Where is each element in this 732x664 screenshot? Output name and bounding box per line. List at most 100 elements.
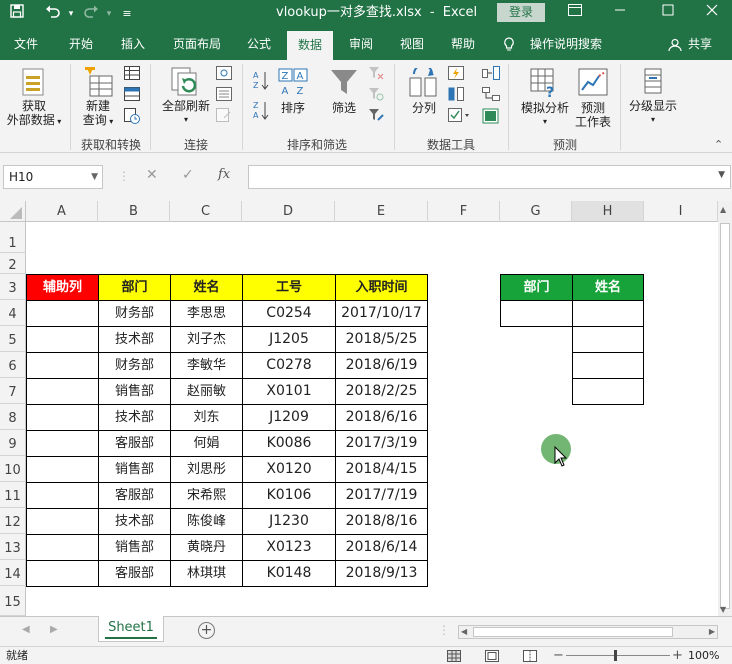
new-query-button[interactable]: 新建 查询 ▾ — [76, 99, 120, 129]
employee-id-cell[interactable]: K0148 — [242, 560, 336, 587]
employee-id-cell[interactable]: C0278 — [242, 352, 336, 379]
name-cell[interactable]: 刘思彤 — [170, 456, 243, 483]
insert-function-icon[interactable]: fx — [218, 167, 230, 182]
lookup-result-cell[interactable] — [572, 326, 644, 353]
table-header-cell[interactable]: 辅助列 — [26, 274, 99, 301]
lookup-result-cell[interactable] — [572, 300, 644, 327]
employee-id-cell[interactable]: J1209 — [242, 404, 336, 431]
lookup-header-cell[interactable]: 姓名 — [572, 274, 644, 301]
name-cell[interactable]: 宋希熙 — [170, 482, 243, 509]
name-cell[interactable]: 李敏华 — [170, 352, 243, 379]
flash-fill-icon[interactable] — [448, 66, 464, 83]
close-icon[interactable] — [692, 0, 732, 26]
new-query-icon[interactable] — [84, 66, 116, 103]
tab-formulas[interactable]: 公式 — [238, 30, 280, 60]
column-header[interactable]: G — [500, 201, 572, 222]
name-cell[interactable]: 林琪琪 — [170, 560, 243, 587]
hire-date-cell[interactable]: 2018/6/16 — [335, 404, 428, 431]
name-cell[interactable]: 陈俊峰 — [170, 508, 243, 535]
share-user-icon[interactable] — [666, 30, 684, 60]
hire-date-cell[interactable]: 2018/4/15 — [335, 456, 428, 483]
hire-date-cell[interactable]: 2018/2/25 — [335, 378, 428, 405]
column-header[interactable]: H — [572, 201, 644, 222]
hire-date-cell[interactable]: 2017/10/17 — [335, 300, 428, 327]
worksheet[interactable]: A B C D E F G H I 1 2 3 4 5 6 7 8 9 10 1… — [0, 201, 732, 616]
helper-cell[interactable] — [26, 352, 99, 379]
department-cell[interactable]: 销售部 — [98, 378, 171, 405]
column-header[interactable]: D — [242, 201, 335, 222]
get-external-data-icon[interactable] — [20, 68, 48, 101]
customize-toolbar-icon[interactable]: ≡ — [116, 4, 138, 24]
hire-date-cell[interactable]: 2018/6/19 — [335, 352, 428, 379]
lookup-result-cell[interactable] — [572, 378, 644, 405]
name-cell[interactable]: 刘子杰 — [170, 326, 243, 353]
hire-date-cell[interactable]: 2018/9/13 — [335, 560, 428, 587]
maximize-icon[interactable] — [648, 0, 688, 26]
table-header-cell[interactable]: 入职时间 — [335, 274, 428, 301]
department-cell[interactable]: 销售部 — [98, 456, 171, 483]
tab-home[interactable]: 开始 — [58, 30, 104, 60]
undo-dropdown-icon[interactable]: ▾ — [60, 4, 82, 24]
tab-review[interactable]: 审阅 — [340, 30, 382, 60]
helper-cell[interactable] — [26, 300, 99, 327]
scroll-down-icon[interactable]: ▼ — [720, 605, 726, 614]
name-cell[interactable]: 李思思 — [170, 300, 243, 327]
hire-date-cell[interactable]: 2018/8/16 — [335, 508, 428, 535]
row-header[interactable]: 3 — [0, 274, 26, 300]
normal-view-icon[interactable] — [447, 650, 461, 664]
department-cell[interactable]: 客服部 — [98, 560, 171, 587]
zoom-slider[interactable] — [566, 650, 670, 661]
refresh-all-icon[interactable] — [170, 66, 202, 101]
minimize-icon[interactable] — [600, 0, 640, 26]
row-header[interactable]: 10 — [0, 456, 26, 482]
helper-cell[interactable] — [26, 456, 99, 483]
employee-id-cell[interactable]: J1230 — [242, 508, 336, 535]
row-header[interactable]: 7 — [0, 378, 26, 404]
name-cell[interactable]: 赵丽敏 — [170, 378, 243, 405]
row-header[interactable]: 13 — [0, 534, 26, 560]
column-header[interactable]: C — [170, 201, 242, 222]
forecast-sheet-button[interactable]: 预测 工作表 — [570, 101, 616, 129]
sort-ascending-icon[interactable]: AZ — [253, 70, 269, 95]
employee-id-cell[interactable]: X0123 — [242, 534, 336, 561]
helper-cell[interactable] — [26, 560, 99, 587]
department-cell[interactable]: 财务部 — [98, 300, 171, 327]
expand-formula-icon[interactable]: ▼ — [718, 170, 725, 180]
lookup-input-cell[interactable] — [500, 300, 573, 327]
show-queries-icon[interactable] — [124, 66, 140, 83]
row-header[interactable]: 14 — [0, 560, 26, 586]
scroll-left-icon[interactable]: ◀ — [461, 626, 467, 638]
column-header[interactable]: A — [26, 201, 98, 222]
lookup-result-cell[interactable] — [572, 352, 644, 379]
zoom-in-icon[interactable]: + — [672, 647, 683, 664]
share-button[interactable]: 共享 — [684, 30, 716, 60]
employee-id-cell[interactable]: K0106 — [242, 482, 336, 509]
helper-cell[interactable] — [26, 508, 99, 535]
hire-date-cell[interactable]: 2018/6/14 — [335, 534, 428, 561]
from-table-icon[interactable] — [124, 87, 140, 104]
tab-split-handle[interactable]: ⋮ — [438, 623, 450, 637]
text-to-columns-button[interactable]: 分列 — [404, 101, 444, 115]
tab-insert[interactable]: 插入 — [112, 30, 154, 60]
tab-help[interactable]: 帮助 — [442, 30, 484, 60]
get-external-data-button[interactable]: 获取 外部数据 ▾ — [2, 99, 66, 129]
employee-id-cell[interactable]: K0086 — [242, 430, 336, 457]
page-break-view-icon[interactable] — [523, 650, 537, 664]
department-cell[interactable]: 客服部 — [98, 482, 171, 509]
name-cell[interactable]: 黄晓丹 — [170, 534, 243, 561]
manage-data-model-icon[interactable] — [482, 108, 500, 127]
department-cell[interactable]: 客服部 — [98, 430, 171, 457]
what-if-analysis-icon[interactable]: ? — [530, 68, 560, 101]
name-box-dropdown-icon[interactable]: ▼ — [91, 166, 98, 188]
hire-date-cell[interactable]: 2017/3/19 — [335, 430, 428, 457]
scroll-sheets-right-icon[interactable]: ▶ — [50, 624, 58, 635]
row-header[interactable]: 9 — [0, 430, 26, 456]
table-header-cell[interactable]: 部门 — [98, 274, 171, 301]
what-if-analysis-button[interactable]: 模拟分析 ▾ — [516, 101, 574, 129]
outline-icon[interactable] — [640, 68, 666, 99]
row-header[interactable]: 1 — [0, 222, 26, 253]
employee-id-cell[interactable]: C0254 — [242, 300, 336, 327]
row-header[interactable]: 15 — [0, 586, 26, 616]
department-cell[interactable]: 销售部 — [98, 534, 171, 561]
vertical-scroll-thumb[interactable] — [720, 223, 730, 609]
